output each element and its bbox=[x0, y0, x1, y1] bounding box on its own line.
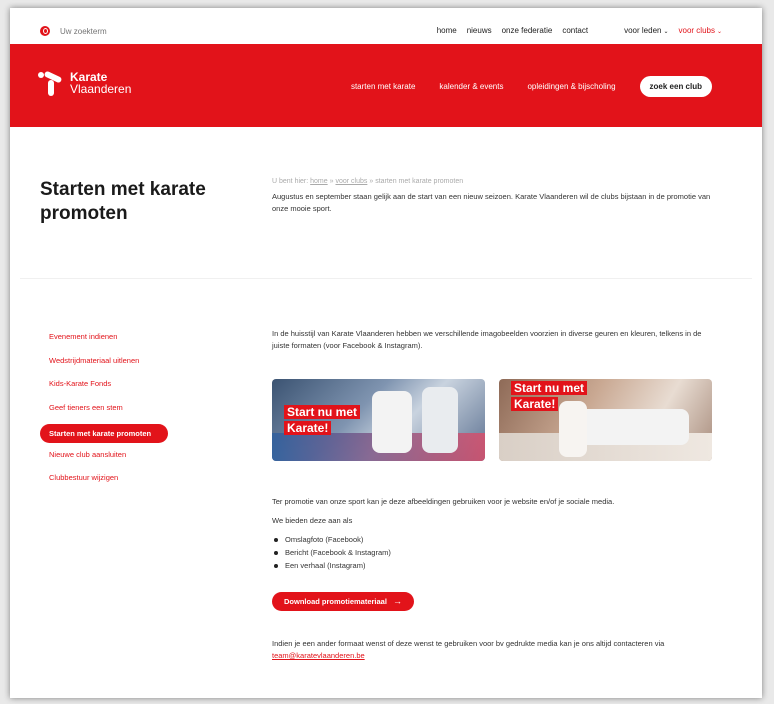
nav-starten[interactable]: starten met karate bbox=[351, 82, 415, 91]
chevron-down-icon: ⌄ bbox=[663, 29, 669, 35]
download-label: Download promotiemateriaal bbox=[284, 597, 387, 606]
email-link[interactable]: team@karatevlaanderen.be bbox=[272, 651, 365, 660]
main-header: Karate Vlaanderen starten met karate kal… bbox=[10, 44, 762, 127]
breadcrumb-prefix: U bent hier: bbox=[272, 178, 309, 185]
format-list: Omslagfoto (Facebook) Bericht (Facebook … bbox=[272, 534, 391, 573]
page-title: Starten met karate promoten bbox=[40, 179, 206, 224]
top-link-voor-clubs[interactable]: voor clubs ⌄ bbox=[679, 26, 723, 35]
list-item: Omslagfoto (Facebook) bbox=[272, 534, 391, 547]
breadcrumb-sep: » bbox=[369, 178, 374, 185]
sidebar-item-tieners[interactable]: Geef tieners een stem bbox=[40, 401, 180, 425]
browser-page: home nieuws onze federatie contact voor … bbox=[10, 8, 762, 698]
logo-text: Karate Vlaanderen bbox=[70, 71, 131, 95]
sidebar: Evenement indienen Wedstrijdmateriaal ui… bbox=[40, 330, 180, 495]
main-nav: starten met karate kalender & events opl… bbox=[327, 76, 712, 97]
sidebar-item-kids-fonds[interactable]: Kids-Karate Fonds bbox=[40, 377, 180, 401]
arrow-right-icon: → bbox=[392, 596, 402, 606]
promo-image[interactable]: Start nu met Karate! bbox=[272, 379, 485, 461]
search-input[interactable] bbox=[60, 26, 210, 36]
promo-image[interactable]: Start nu met Karate! bbox=[499, 379, 712, 461]
site-logo[interactable]: Karate Vlaanderen bbox=[38, 70, 131, 96]
content-paragraph: In de huisstijl van Karate Vlaanderen he… bbox=[272, 329, 702, 350]
top-nav: home nieuws onze federatie contact voor … bbox=[427, 26, 722, 35]
download-button[interactable]: Download promotiemateriaal → bbox=[272, 592, 414, 611]
breadcrumb-home[interactable]: home bbox=[310, 178, 328, 185]
promo-images: Start nu met Karate! Start nu met Karate… bbox=[272, 379, 712, 461]
content-paragraph: We bieden deze aan als bbox=[272, 516, 353, 525]
sidebar-item-clubbestuur[interactable]: Clubbestuur wijzigen bbox=[40, 471, 180, 495]
promo-label: Start nu met Karate! bbox=[511, 381, 588, 413]
top-bar: home nieuws onze federatie contact voor … bbox=[10, 8, 762, 48]
divider bbox=[20, 278, 752, 279]
list-item: Een verhaal (Instagram) bbox=[272, 560, 391, 573]
voor-leden-label: voor leden bbox=[624, 26, 662, 35]
promo-label-line1: Start nu met bbox=[284, 405, 361, 419]
intro-text: Augustus en september staan gelijk aan d… bbox=[272, 192, 711, 213]
find-club-button[interactable]: zoek een club bbox=[639, 76, 712, 97]
content-paragraph: Indien je een ander formaat wenst of dez… bbox=[272, 638, 722, 662]
promo-label-line2: Karate! bbox=[511, 397, 559, 411]
sidebar-item-starten-promoten[interactable]: Starten met karate promoten bbox=[40, 424, 168, 443]
top-link-home[interactable]: home bbox=[437, 26, 457, 35]
top-link-contact[interactable]: contact bbox=[562, 26, 588, 35]
list-item: Bericht (Facebook & Instagram) bbox=[272, 547, 391, 560]
sidebar-item-nieuwe-club[interactable]: Nieuwe club aansluiten bbox=[40, 448, 180, 472]
search-box bbox=[40, 22, 220, 40]
karate-logo-icon bbox=[38, 70, 64, 96]
top-link-voor-leden[interactable]: voor leden ⌄ bbox=[624, 26, 668, 35]
top-link-federatie[interactable]: onze federatie bbox=[502, 26, 553, 35]
promo-label-line1: Start nu met bbox=[511, 381, 588, 395]
nav-kalender[interactable]: kalender & events bbox=[439, 82, 503, 91]
sidebar-item-wedstrijdmateriaal[interactable]: Wedstrijdmateriaal uitlenen bbox=[40, 354, 180, 378]
sidebar-item-evenement[interactable]: Evenement indienen bbox=[40, 330, 180, 354]
search-icon[interactable] bbox=[40, 26, 50, 36]
chevron-down-icon: ⌄ bbox=[716, 29, 722, 35]
main-content: In de huisstijl van Karate Vlaanderen he… bbox=[272, 328, 732, 660]
breadcrumb-voor-clubs[interactable]: voor clubs bbox=[335, 178, 367, 185]
promo-label: Start nu met Karate! bbox=[284, 405, 361, 437]
breadcrumb-sep: » bbox=[329, 178, 334, 185]
logo-line2: Vlaanderen bbox=[70, 82, 132, 96]
breadcrumb-current: starten met karate promoten bbox=[375, 178, 464, 185]
promo-label-line2: Karate! bbox=[284, 421, 332, 435]
nav-opleidingen[interactable]: opleidingen & bijscholing bbox=[527, 82, 615, 91]
voor-clubs-label: voor clubs bbox=[678, 26, 715, 35]
content-paragraph: Ter promotie van onze sport kan je deze … bbox=[272, 497, 615, 506]
contact-text: Indien je een ander formaat wenst of dez… bbox=[272, 639, 665, 648]
top-link-nieuws[interactable]: nieuws bbox=[467, 26, 492, 35]
breadcrumb: U bent hier: home » voor clubs » starten… bbox=[272, 178, 463, 185]
